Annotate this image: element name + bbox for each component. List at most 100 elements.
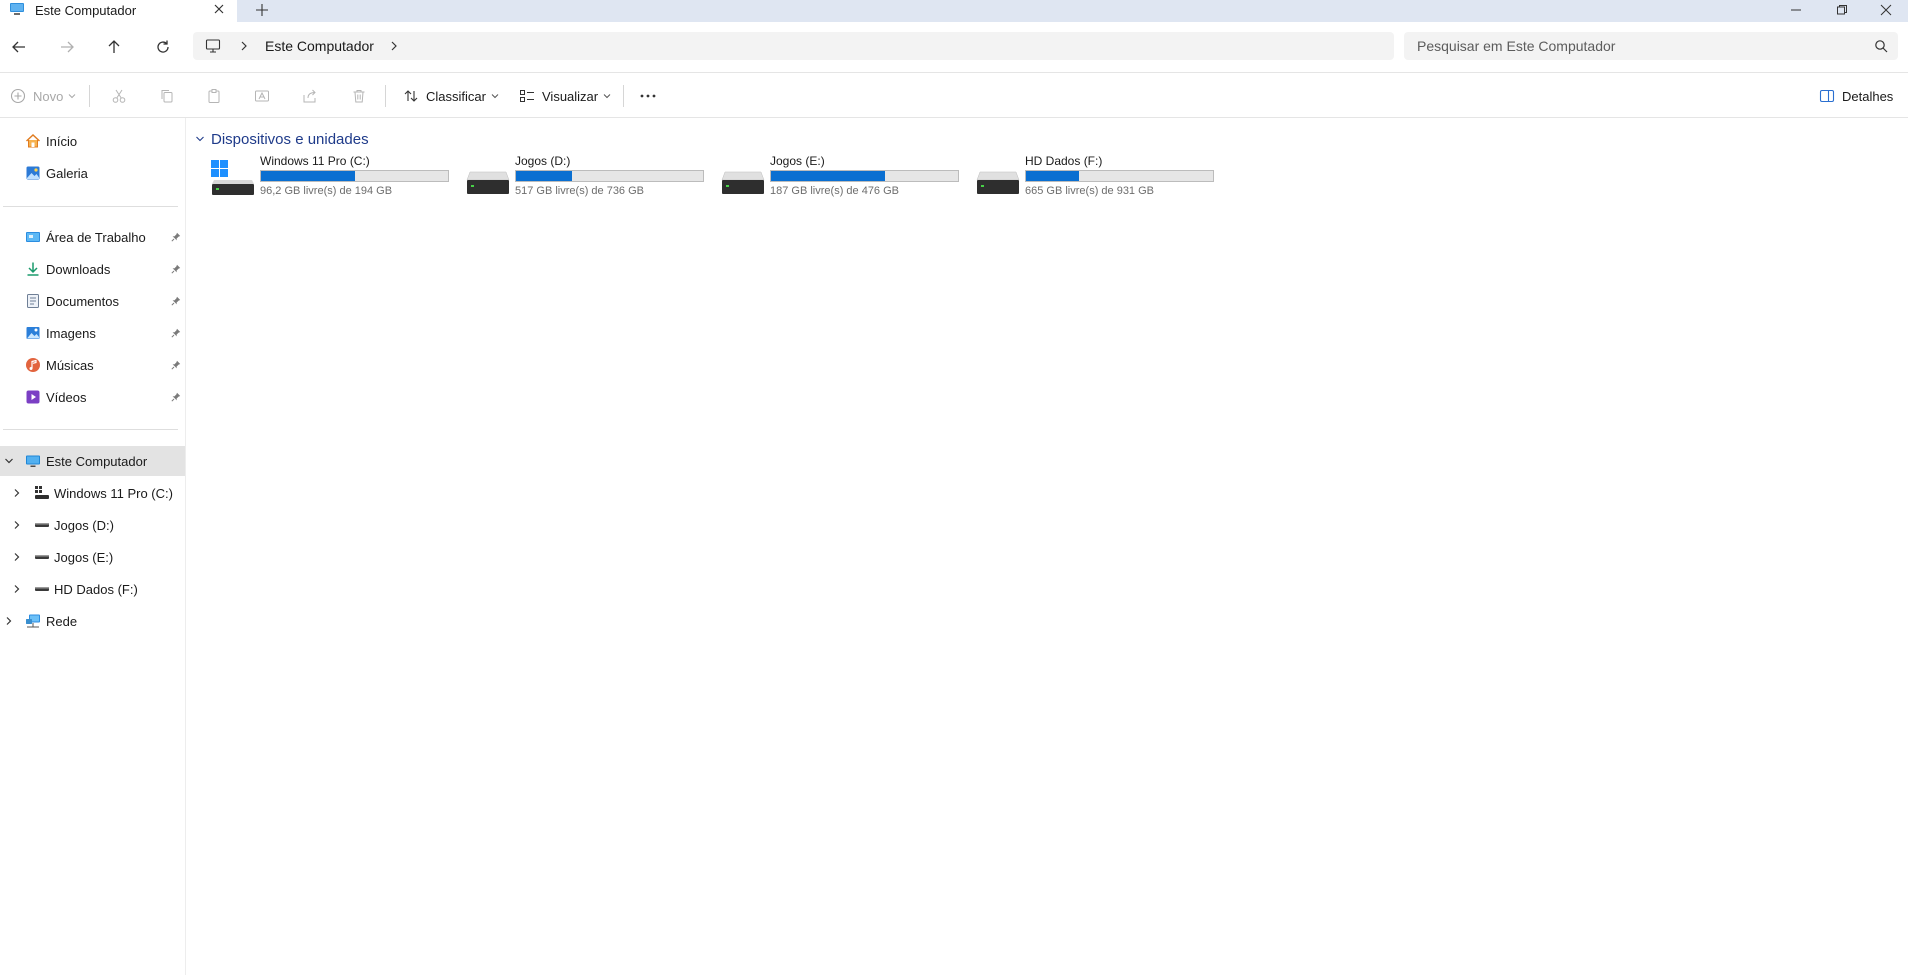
share-icon[interactable] — [302, 85, 318, 107]
windows-drive-icon — [34, 485, 50, 501]
pin-icon[interactable] — [171, 264, 181, 274]
usage-bar-fill — [771, 171, 885, 181]
chevron-down-icon — [195, 134, 205, 144]
pictures-icon — [25, 325, 41, 341]
arrow-left-icon[interactable] — [7, 36, 31, 58]
sidebar-item-label: Início — [46, 134, 78, 149]
chevron-right-icon[interactable] — [389, 41, 399, 51]
sidebar-divider — [3, 429, 178, 430]
plus-icon[interactable] — [253, 1, 273, 19]
drive-icon — [34, 581, 50, 597]
sidebar-item-drive-d[interactable]: Jogos (D:) — [0, 510, 185, 540]
sidebar-item-area-de-trabalho[interactable]: Área de Trabalho — [0, 222, 185, 252]
chevron-right-icon[interactable] — [4, 616, 14, 626]
sidebar-item-drive-f[interactable]: HD Dados (F:) — [0, 574, 185, 604]
view-list-icon — [519, 88, 535, 104]
chevron-right-icon[interactable] — [239, 41, 249, 51]
desktop-folder-icon — [25, 229, 41, 245]
restore-icon[interactable] — [1822, 0, 1862, 20]
chevron-down-icon[interactable] — [4, 456, 14, 466]
search-input[interactable]: Pesquisar em Este Computador — [1404, 32, 1898, 60]
more-options-icon[interactable] — [638, 85, 658, 107]
new-button[interactable]: Novo — [10, 85, 76, 107]
sidebar-item-label: Imagens — [46, 326, 96, 341]
chevron-down-icon — [68, 92, 76, 100]
drive-tile-e[interactable]: Jogos (E:) 187 GB livre(s) de 476 GB — [721, 154, 966, 202]
view-button[interactable]: Visualizar — [519, 85, 611, 107]
sidebar-item-label: Área de Trabalho — [46, 230, 146, 245]
navigation-bar: Este Computador Pesquisar em Este Comput… — [0, 22, 1908, 72]
drive-icon — [34, 517, 50, 533]
chevron-right-icon[interactable] — [12, 488, 22, 498]
sidebar-item-inicio[interactable]: Início — [0, 126, 185, 156]
drive-icon — [721, 160, 765, 196]
drive-tile-c[interactable]: Windows 11 Pro (C:) 96,2 GB livre(s) de … — [211, 154, 456, 202]
usage-bar — [770, 170, 959, 182]
toolbar-divider — [623, 85, 624, 107]
document-icon — [25, 293, 41, 309]
breadcrumb-este-computador[interactable]: Este Computador — [265, 38, 374, 54]
search-placeholder: Pesquisar em Este Computador — [1417, 38, 1616, 54]
drive-tile-d[interactable]: Jogos (D:) 517 GB livre(s) de 736 GB — [466, 154, 711, 202]
drive-tile-f[interactable]: HD Dados (F:) 665 GB livre(s) de 931 GB — [976, 154, 1221, 202]
sidebar-item-downloads[interactable]: Downloads — [0, 254, 185, 284]
pin-icon[interactable] — [171, 328, 181, 338]
copy-icon[interactable] — [159, 85, 175, 107]
sidebar-item-videos[interactable]: Vídeos — [0, 382, 185, 412]
sidebar-item-este-computador[interactable]: Este Computador — [0, 446, 185, 476]
refresh-icon[interactable] — [151, 36, 175, 58]
close-icon[interactable] — [211, 1, 227, 17]
command-bar: Novo Classificar Visualizar Detalhes — [0, 72, 1908, 118]
details-button[interactable]: Detalhes — [1819, 85, 1893, 107]
details-button-label: Detalhes — [1842, 88, 1894, 104]
minimize-icon[interactable] — [1776, 0, 1816, 20]
rename-icon[interactable] — [254, 85, 270, 107]
pin-icon[interactable] — [171, 296, 181, 306]
drive-icon — [976, 160, 1020, 196]
delete-icon[interactable] — [351, 85, 367, 107]
sort-icon — [403, 88, 419, 104]
chevron-right-icon[interactable] — [12, 584, 22, 594]
tab-title: Este Computador — [35, 3, 137, 18]
close-icon[interactable] — [1866, 0, 1906, 20]
details-pane-icon — [1819, 88, 1835, 104]
videos-icon — [25, 389, 41, 405]
chevron-right-icon[interactable] — [12, 552, 22, 562]
usage-bar-fill — [516, 171, 572, 181]
sidebar-item-label: Windows 11 Pro (C:) — [54, 486, 173, 501]
drive-free-space: 187 GB livre(s) de 476 GB — [770, 185, 900, 197]
sidebar-item-drive-e[interactable]: Jogos (E:) — [0, 542, 185, 572]
pin-icon[interactable] — [171, 392, 181, 402]
sidebar-item-rede[interactable]: Rede — [0, 606, 185, 636]
toolbar-divider — [89, 85, 90, 107]
search-icon[interactable] — [1874, 39, 1888, 53]
chevron-down-icon — [491, 92, 499, 100]
address-bar[interactable]: Este Computador — [193, 32, 1394, 60]
sidebar-item-label: Galeria — [46, 166, 88, 181]
view-button-label: Visualizar — [542, 88, 599, 104]
cut-icon[interactable] — [111, 85, 127, 107]
group-header-devices[interactable]: Dispositivos e unidades — [195, 129, 369, 149]
sort-button[interactable]: Classificar — [403, 85, 499, 107]
drive-free-space: 665 GB livre(s) de 931 GB — [1025, 185, 1155, 197]
pin-icon[interactable] — [171, 360, 181, 370]
sidebar-item-documentos[interactable]: Documentos — [0, 286, 185, 316]
tab-este-computador[interactable]: Este Computador — [0, 0, 237, 22]
sidebar-item-imagens[interactable]: Imagens — [0, 318, 185, 348]
drive-name: Jogos (E:) — [770, 154, 825, 168]
music-icon — [25, 357, 41, 373]
sidebar-item-label: Este Computador — [46, 454, 148, 469]
sidebar-item-galeria[interactable]: Galeria — [0, 158, 185, 188]
sidebar-item-label: HD Dados (F:) — [54, 582, 138, 597]
pin-icon[interactable] — [171, 232, 181, 242]
arrow-right-icon[interactable] — [55, 36, 79, 58]
paste-icon[interactable] — [206, 85, 222, 107]
usage-bar-fill — [261, 171, 356, 181]
sidebar-item-musicas[interactable]: Músicas — [0, 350, 185, 380]
usage-bar — [1025, 170, 1214, 182]
computer-icon — [205, 38, 221, 54]
chevron-right-icon[interactable] — [12, 520, 22, 530]
sidebar-item-label: Rede — [46, 614, 78, 629]
arrow-up-icon[interactable] — [102, 36, 126, 58]
sidebar-item-drive-c[interactable]: Windows 11 Pro (C:) — [0, 478, 185, 508]
